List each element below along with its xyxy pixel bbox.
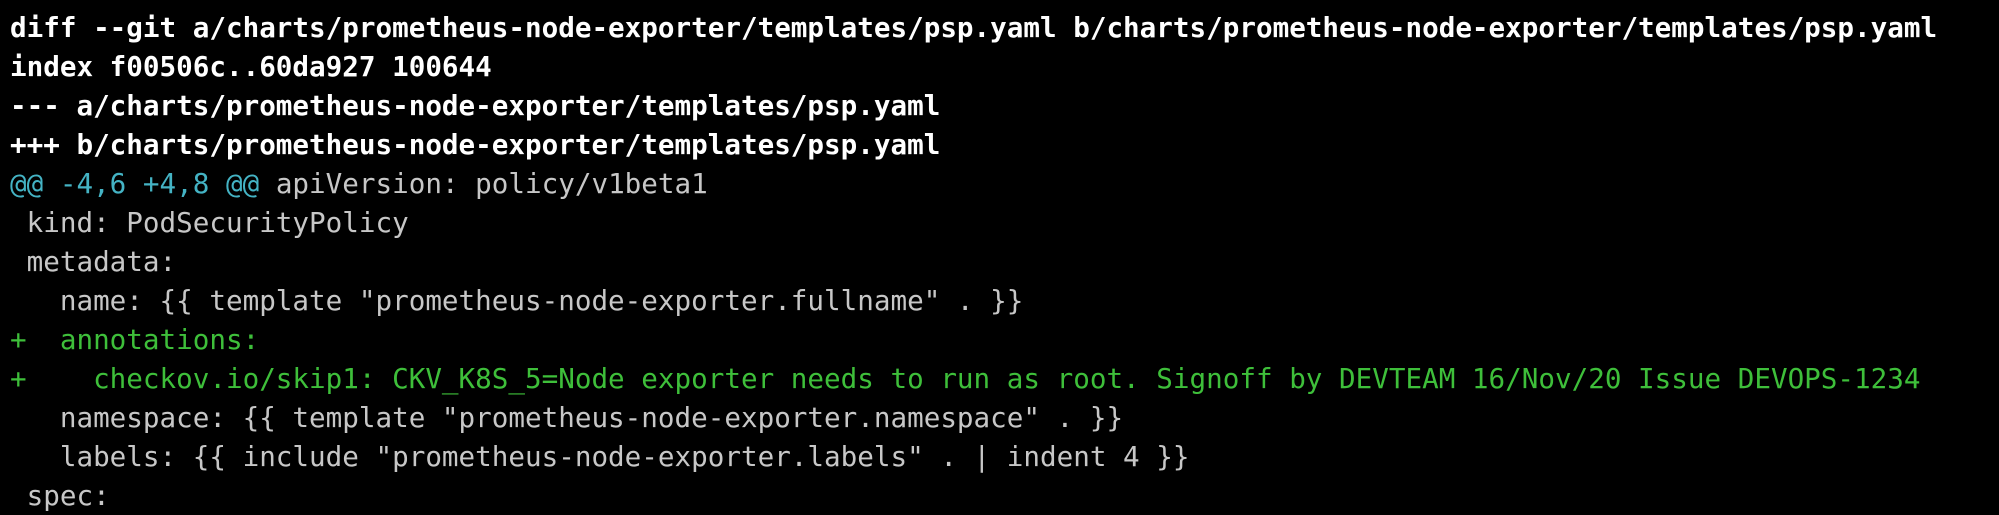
diff-context-line: kind: PodSecurityPolicy — [10, 206, 409, 239]
hunk-range: @@ -4,6 +4,8 @@ — [10, 167, 260, 200]
diff-added-line: + annotations: — [10, 323, 260, 356]
diff-index-line: index f00506c..60da927 100644 — [10, 50, 492, 83]
diff-header-line: diff --git a/charts/prometheus-node-expo… — [10, 11, 1938, 44]
diff-context-line: labels: {{ include "prometheus-node-expo… — [10, 440, 1190, 473]
diff-context-line: name: {{ template "prometheus-node-expor… — [10, 284, 1024, 317]
diff-added-line: + checkov.io/skip1: CKV_K8S_5=Node expor… — [10, 362, 1921, 395]
diff-context-line: namespace: {{ template "prometheus-node-… — [10, 401, 1124, 434]
hunk-context: apiVersion: policy/v1beta1 — [259, 167, 708, 200]
diff-old-file-line: --- a/charts/prometheus-node-exporter/te… — [10, 89, 941, 122]
diff-context-line: metadata: — [10, 245, 177, 278]
diff-new-file-line: +++ b/charts/prometheus-node-exporter/te… — [10, 128, 941, 161]
hunk-header-line: @@ -4,6 +4,8 @@ apiVersion: policy/v1bet… — [10, 164, 1999, 203]
terminal-window[interactable]: diff --git a/charts/prometheus-node-expo… — [0, 0, 1999, 514]
diff-context-line: spec: — [10, 479, 110, 512]
